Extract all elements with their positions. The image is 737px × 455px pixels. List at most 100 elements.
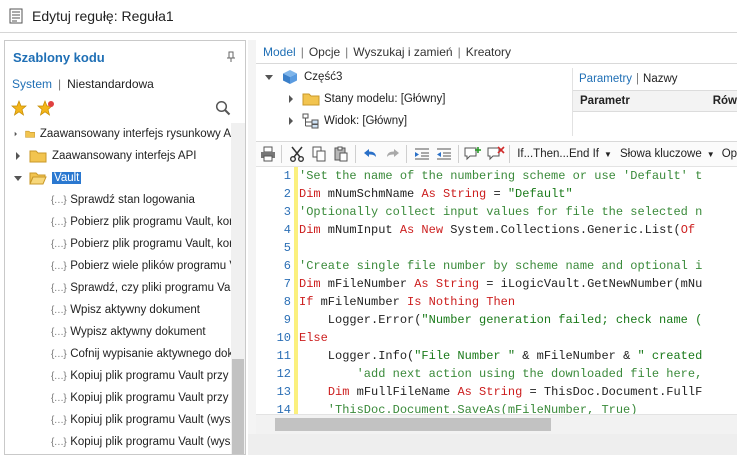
snippet-icon: {…} [51, 304, 67, 316]
tab-options[interactable]: Opcje [309, 45, 340, 59]
column-equation[interactable]: Rów [713, 95, 737, 107]
snippet-icon: {…} [51, 194, 67, 206]
tree-folder-vault[interactable]: Vault [5, 167, 231, 189]
redo-button[interactable] [382, 143, 403, 165]
line-number: 7 [283, 277, 291, 291]
code-line[interactable]: 'Set the name of the numbering scheme or… [299, 167, 737, 185]
tree-snippet[interactable]: {…} Pobierz plik programu Vault, korz [5, 211, 231, 233]
copy-button[interactable] [308, 143, 329, 165]
tree-snippet[interactable]: {…} Kopiuj plik programu Vault przy u [5, 365, 231, 387]
editor-horizontal-scrollbar[interactable] [256, 414, 737, 434]
code-templates-panel: Szablony kodu System | Niestandardowa Za… [4, 40, 246, 455]
code-line[interactable]: 'add next action using the downloaded fi… [299, 365, 737, 383]
tab-custom[interactable]: Niestandardowa [67, 77, 154, 91]
tab-parameters[interactable]: Parametry [579, 73, 632, 85]
code-token: = [486, 187, 508, 201]
tab-wizards[interactable]: Kreatory [466, 45, 511, 59]
code-area[interactable]: 'Set the name of the numbering scheme or… [299, 167, 737, 414]
code-line[interactable]: Logger.Info("File Number " & mFileNumber… [299, 347, 737, 365]
model-root[interactable]: Część3 [256, 66, 566, 88]
tree-snippet[interactable]: {…} Kopiuj plik programu Vault (wyszu [5, 431, 231, 453]
tree-folder-label: Zaawansowany interfejs API [52, 150, 197, 162]
if-then-dropdown[interactable]: If...Then...End If ▼ [517, 148, 612, 160]
code-line[interactable]: Dim mNumInput As New System.Collections.… [299, 221, 737, 239]
code-token: If [299, 295, 314, 309]
code-line[interactable]: 'ThisDoc.Document.SaveAs(mFileNumber, Tr… [299, 401, 737, 414]
search-icon[interactable] [215, 100, 231, 116]
keywords-dropdown[interactable]: Słowa kluczowe ▼ [620, 148, 715, 160]
paste-button[interactable] [331, 143, 352, 165]
chevron-right-icon[interactable] [13, 151, 23, 161]
code-line[interactable]: 'Create single file number by scheme nam… [299, 257, 737, 275]
indent-icon [414, 148, 429, 160]
toolbar-separator [281, 145, 283, 163]
tree-snippet[interactable]: {…} Sprawdź, czy pliki programu Vault [5, 277, 231, 299]
view-node[interactable]: Widok: [Główny] [256, 110, 566, 132]
tree-folder[interactable]: Zaawansowany interfejs API [5, 145, 231, 167]
tab-system[interactable]: System [12, 77, 52, 91]
snippet-icon: {…} [51, 414, 67, 426]
model-states-node[interactable]: Stany modelu: [Główny] [256, 88, 566, 110]
scrollbar-thumb[interactable] [275, 418, 551, 431]
outdent-button[interactable] [434, 143, 455, 165]
tree-folder-label: Vault [52, 172, 82, 184]
tree-snippet[interactable]: {…} Sprawdź stan logowania [5, 189, 231, 211]
tree-snippet[interactable]: {…} Pobierz plik programu Vault, korz [5, 233, 231, 255]
line-number: 13 [276, 385, 291, 399]
tab-separator: | [300, 44, 304, 59]
chevron-right-icon[interactable] [286, 94, 296, 104]
rule-editor-icon [9, 8, 23, 24]
chevron-right-icon[interactable] [286, 116, 296, 126]
redo-icon [386, 149, 399, 157]
code-line[interactable]: Dim mFullFileName As String = ThisDoc.Do… [299, 383, 737, 401]
tab-model[interactable]: Model [263, 45, 296, 59]
model-root-label: Część3 [304, 71, 343, 83]
template-tabs: System | Niestandardowa [5, 73, 245, 95]
cut-button[interactable] [286, 143, 307, 165]
tree-snippet[interactable]: {…} Kopiuj plik programu Vault przy u [5, 387, 231, 409]
code-line[interactable]: Logger.Error("Number generation failed; … [299, 311, 737, 329]
tab-find-replace[interactable]: Wyszukaj i zamień [353, 45, 452, 59]
code-token: "File Number " [414, 349, 516, 363]
tree-scrollbar[interactable] [231, 123, 245, 454]
code-editor[interactable]: 1 2 3 4 5 6 7 8 9 10 11 12 13 14 'Set the name of the… [256, 167, 737, 414]
comment-button[interactable] [463, 143, 484, 165]
star-icon[interactable] [11, 100, 27, 116]
uncomment-button[interactable] [485, 143, 506, 165]
more-dropdown[interactable]: Op [722, 148, 737, 160]
undo-button[interactable] [360, 143, 381, 165]
chevron-down-icon[interactable] [264, 72, 274, 82]
tree-folder[interactable]: Zaawansowany interfejs rysunkowy A [5, 123, 231, 145]
folder-icon [24, 130, 35, 138]
chevron-down-icon[interactable] [13, 173, 23, 183]
code-token: mNumInput [320, 223, 400, 237]
code-line[interactable]: Else [299, 329, 737, 347]
print-button[interactable] [257, 143, 278, 165]
tree-snippet[interactable]: {…}Pobierz wiele plików programu Vau [5, 255, 231, 277]
code-token: System.Collections.Generic.List( [443, 223, 681, 237]
printer-icon [260, 146, 275, 162]
tree-snippet[interactable]: {…} Kopiuj plik programu Vault (wyszu [5, 409, 231, 431]
tree-snippet[interactable]: {…} Wpisz aktywny dokument [5, 299, 231, 321]
code-line[interactable]: Dim mFileNumber As String = iLogicVault.… [299, 275, 737, 293]
code-token: mFullFileName [349, 385, 458, 399]
tree-snippet[interactable]: {…} Wypisz aktywny dokument [5, 321, 231, 343]
code-line[interactable] [299, 239, 737, 257]
code-line[interactable]: If mFileNumber Is Nothing Then [299, 293, 737, 311]
chevron-right-icon[interactable] [13, 129, 19, 139]
tree-snippet[interactable]: {…} Cofnij wypisanie aktywnego doku [5, 343, 231, 365]
copy-icon [312, 146, 326, 162]
column-parameter[interactable]: Parametr [573, 95, 713, 107]
line-number: 6 [283, 259, 291, 273]
code-token: "Default" [507, 187, 573, 201]
indent-button[interactable] [411, 143, 432, 165]
line-number: 11 [276, 349, 291, 363]
code-line[interactable]: 'Optionally collect input values for fil… [299, 203, 737, 221]
change-marker [294, 167, 298, 414]
tab-names[interactable]: Nazwy [643, 73, 678, 85]
panel-splitter[interactable] [248, 40, 256, 455]
code-line[interactable]: Dim mNumSchmName As String = "Default" [299, 185, 737, 203]
add-favorite-star-icon[interactable] [37, 100, 55, 116]
pin-icon[interactable] [225, 51, 237, 63]
scrollbar-thumb[interactable] [232, 359, 244, 454]
